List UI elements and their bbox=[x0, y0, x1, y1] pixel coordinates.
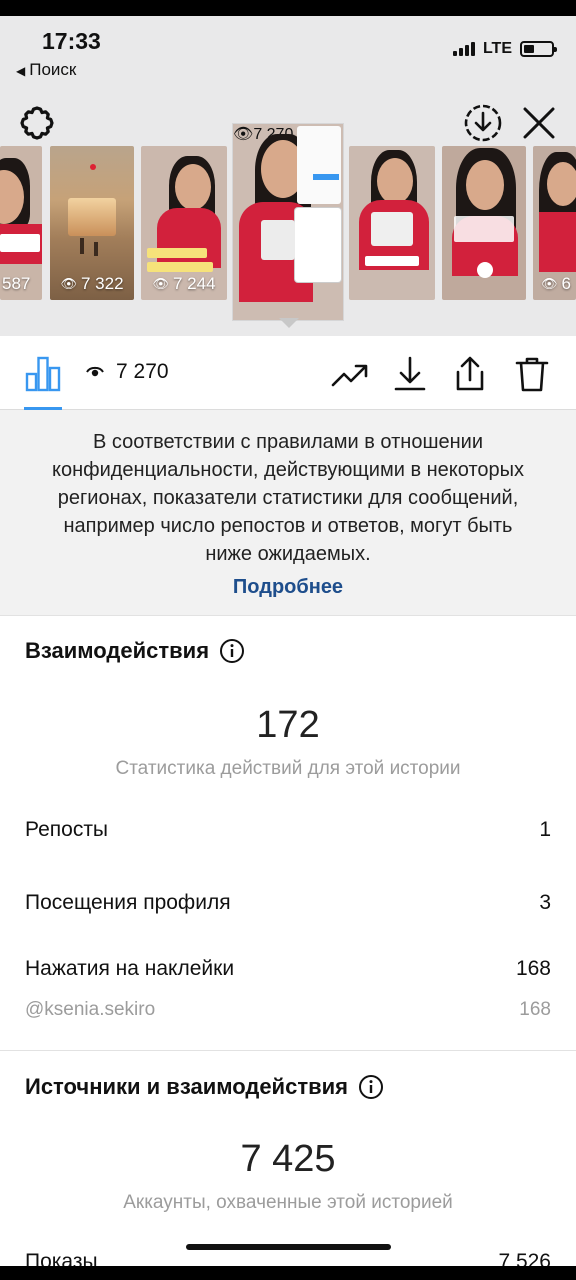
story-thumbnail-selected[interactable]: 👁7 270 bbox=[233, 124, 343, 320]
views-number: 7 270 bbox=[116, 360, 169, 383]
device-top-bezel bbox=[0, 0, 576, 16]
status-indicators: LTE bbox=[452, 40, 557, 58]
back-to-search[interactable]: ◀ Поиск bbox=[16, 60, 76, 80]
share-icon[interactable] bbox=[450, 354, 490, 394]
story-action-bar: 7 270 bbox=[0, 336, 576, 410]
trending-up-icon[interactable] bbox=[330, 354, 370, 394]
profile-visits-label: Посещения профиля bbox=[25, 891, 231, 914]
gear-icon[interactable] bbox=[18, 104, 56, 142]
story-thumbnail[interactable]: 👁 7 322 bbox=[50, 146, 134, 300]
status-time: 17:33 bbox=[42, 28, 101, 54]
trash-icon[interactable] bbox=[512, 354, 552, 394]
info-icon[interactable] bbox=[358, 1074, 384, 1100]
download-circle-icon[interactable] bbox=[462, 102, 504, 144]
story-thumbnail[interactable] bbox=[349, 146, 435, 300]
info-icon[interactable] bbox=[219, 638, 245, 664]
reach-title: Источники и взаимодействия bbox=[25, 1074, 348, 1099]
device-bottom-bezel bbox=[0, 1266, 576, 1280]
interactions-subtitle: Статистика действий для этой истории bbox=[115, 758, 461, 779]
reach-section-title: Источники и взаимодействия bbox=[25, 1074, 384, 1100]
close-icon[interactable] bbox=[520, 104, 558, 142]
story-thumbnail[interactable]: 587 bbox=[0, 146, 42, 300]
learn-more-link[interactable]: Подробнее bbox=[0, 576, 576, 599]
story-views: 6 bbox=[561, 274, 571, 293]
network-label: LTE bbox=[482, 40, 512, 57]
story-views: 7 322 bbox=[80, 274, 124, 293]
impressions-label: Показы bbox=[25, 1250, 98, 1266]
story-thumbnail[interactable] bbox=[442, 146, 526, 300]
story-thumbnail[interactable]: 👁 7 244 bbox=[141, 146, 227, 300]
privacy-notice: В соответствии с правилами в отношении к… bbox=[0, 410, 576, 616]
eye-icon: 👁 bbox=[60, 276, 77, 291]
story-views: 7 244 bbox=[172, 274, 216, 293]
views-count: 7 270 bbox=[86, 360, 169, 384]
interactions-total: 172 bbox=[256, 704, 320, 746]
eye-icon bbox=[86, 366, 104, 377]
interactions-title: Взаимодействия bbox=[25, 638, 210, 663]
privacy-notice-text: В соответствии с правилами в отношении к… bbox=[51, 431, 525, 565]
home-indicator[interactable] bbox=[186, 1244, 391, 1250]
battery-icon bbox=[520, 41, 557, 57]
story-thumbnail[interactable]: 👁 6 bbox=[533, 146, 576, 300]
bar-chart-icon[interactable] bbox=[24, 354, 62, 392]
reposts-label: Репосты bbox=[25, 818, 109, 841]
reach-subtitle: Аккаунты, охваченные этой историей bbox=[123, 1192, 453, 1213]
screen: 17:33 ◀ Поиск LTE 587 👁 7 322 👁 7 244 👁 … bbox=[0, 16, 576, 1266]
profile-visits-value: 3 bbox=[539, 891, 551, 914]
mention-sticker-label[interactable]: @ksenia.sekiro bbox=[25, 999, 155, 1021]
story-carousel-area: 17:33 ◀ Поиск LTE 587 👁 7 322 👁 7 244 👁 … bbox=[0, 16, 576, 336]
reposts-value: 1 bbox=[539, 818, 551, 841]
back-triangle-icon: ◀ bbox=[16, 64, 26, 78]
sticker-taps-value: 168 bbox=[515, 957, 551, 980]
eye-icon: 👁 bbox=[541, 276, 558, 291]
selected-pointer bbox=[279, 318, 299, 328]
back-label: Поиск bbox=[29, 60, 77, 79]
eye-icon: 👁 bbox=[152, 276, 169, 291]
reach-total: 7 425 bbox=[240, 1138, 336, 1180]
eye-icon: 👁 bbox=[233, 126, 254, 143]
section-divider bbox=[0, 1050, 576, 1051]
mention-sticker-value: 168 bbox=[519, 999, 551, 1020]
interactions-section-title: Взаимодействия bbox=[25, 638, 245, 664]
impressions-value: 7 526 bbox=[498, 1250, 551, 1266]
signal-icon bbox=[452, 42, 475, 56]
sticker-taps-label: Нажатия на наклейки bbox=[25, 957, 235, 980]
story-views: 587 bbox=[2, 274, 31, 293]
download-icon[interactable] bbox=[390, 354, 430, 394]
